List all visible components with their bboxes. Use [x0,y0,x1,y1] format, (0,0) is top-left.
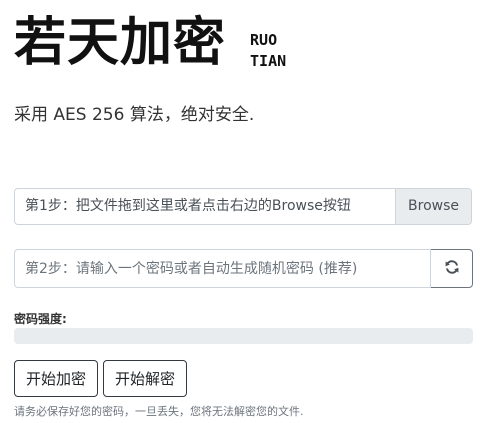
tagline: 采用 AES 256 算法，绝对安全. [14,105,255,125]
file-input-label[interactable]: 第1步：把文件拖到这里或者点击右边的Browse按钮 [15,189,395,224]
password-input[interactable] [14,249,431,288]
warning-text: 请务必保存好您的密码，一旦丢失，您将无法解密您的文件. [14,405,304,418]
brand: 若天加密 RUO TIAN [14,12,286,74]
brand-subtitle: RUO TIAN [250,30,286,72]
file-drop-input[interactable]: 第1步：把文件拖到这里或者点击右边的Browse按钮 Browse [14,188,472,225]
brand-subtitle-line1: RUO [250,31,278,49]
encrypt-button[interactable]: 开始加密 [14,360,99,397]
browse-button[interactable]: Browse [395,189,471,224]
refresh-icon [444,259,460,279]
password-strength-bar [14,328,473,344]
action-buttons: 开始加密 开始解密 [14,360,188,397]
brand-title: 若天加密 [14,13,227,73]
generate-password-button[interactable] [431,249,473,288]
password-group [14,249,473,288]
brand-subtitle-line2: TIAN [250,52,287,70]
decrypt-button[interactable]: 开始解密 [103,360,188,397]
password-strength-label: 密码强度: [14,312,67,326]
